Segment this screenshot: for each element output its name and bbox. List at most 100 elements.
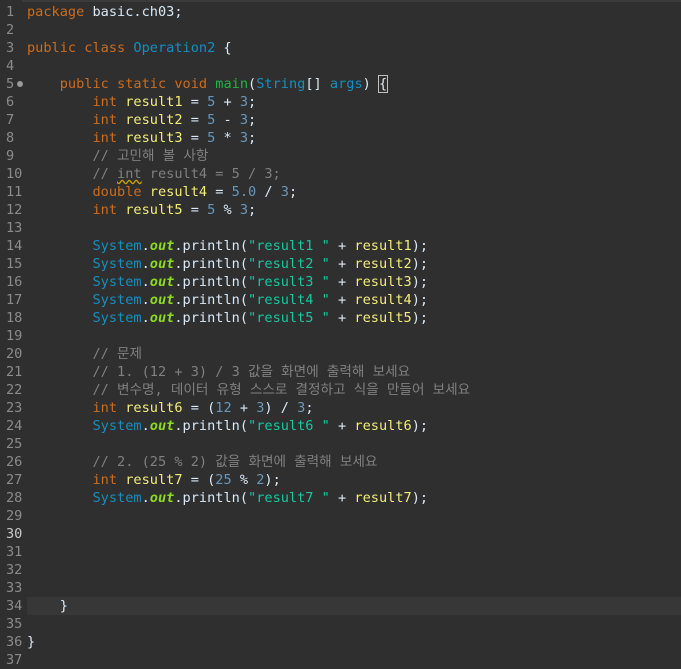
code-line[interactable]: }: [27, 633, 35, 651]
code-line[interactable]: // int result4 = 5 / 3;: [27, 165, 281, 183]
code-token: out: [149, 238, 175, 254]
code-token: public: [59, 76, 109, 92]
code-line[interactable]: int result6 = (12 + 3) / 3;: [27, 399, 313, 417]
code-token: ;: [288, 184, 298, 200]
code-token: double: [92, 184, 142, 200]
line-number: 23: [6, 400, 23, 416]
code-line[interactable]: System.out.println("result3 " + result3)…: [27, 273, 428, 291]
code-token: result3: [125, 130, 183, 146]
code-token: 3: [239, 130, 249, 146]
code-line[interactable]: int result7 = (25 % 2);: [27, 471, 280, 489]
line-number: 10: [6, 166, 23, 182]
code-line[interactable]: int result1 = 5 + 3;: [27, 93, 256, 111]
code-line[interactable]: package basic.ch03;: [27, 3, 183, 21]
line-number: 19: [6, 328, 23, 344]
code-token: // 2. (25 % 2) 값을 화면에 출력해 보세요: [92, 454, 378, 470]
code-token: %: [231, 472, 257, 488]
code-line[interactable]: public static void main(String[] args) {: [27, 75, 389, 93]
line-number: 25: [6, 436, 23, 452]
line-number: 11: [6, 184, 23, 200]
code-line[interactable]: // 1. (12 + 3) / 3 값을 화면에 출력해 보세요: [27, 363, 410, 381]
code-line[interactable]: System.out.println("result1 " + result1)…: [27, 237, 428, 255]
code-token: +: [231, 400, 257, 416]
code-token: }: [27, 598, 68, 614]
code-token: (: [248, 76, 257, 92]
code-editor[interactable]: 1 2 3 4 5 6 7 8 9 10 11 12 13 14 15 16 17 18 19 20 21 22 23 24 2…: [0, 0, 681, 668]
line-number: 13: [6, 220, 23, 236]
code-line[interactable]: int result2 = 5 - 3;: [27, 111, 256, 129]
code-token: .: [141, 256, 150, 272]
code-token: );: [411, 238, 429, 254]
fold-toggle-icon[interactable]: [17, 81, 23, 87]
code-token: ) /: [264, 400, 298, 416]
code-line[interactable]: System.out.println("result4 " + result4)…: [27, 291, 428, 309]
code-token: System: [92, 490, 142, 506]
code-line[interactable]: // 2. (25 % 2) 값을 화면에 출력해 보세요: [27, 453, 377, 471]
code-line[interactable]: double result4 = 5.0 / 3;: [27, 183, 297, 201]
code-token: System: [92, 292, 142, 308]
code-token: .: [141, 274, 150, 290]
code-token: result6: [354, 418, 412, 434]
code-line[interactable]: int result3 = 5 * 3;: [27, 129, 256, 147]
code-token: 3: [239, 112, 249, 128]
code-token: int: [117, 166, 142, 182]
code-line[interactable]: }: [27, 597, 68, 615]
code-token: class: [84, 40, 126, 56]
code-token: = (: [182, 472, 216, 488]
code-token: 3: [239, 202, 249, 218]
code-token: 3: [280, 184, 289, 200]
code-token: out: [149, 274, 175, 290]
code-token: result1: [354, 238, 412, 254]
line-number: 31: [6, 544, 23, 560]
line-number: 20: [6, 346, 23, 362]
code-token: );: [411, 256, 429, 272]
code-token: int: [92, 202, 118, 218]
code-token: );: [411, 490, 429, 506]
code-token: +: [329, 310, 355, 326]
code-token: 12: [215, 400, 232, 416]
code-token: +: [329, 256, 355, 272]
code-line[interactable]: // 문제: [27, 345, 142, 363]
code-line[interactable]: System.out.println("result6 " + result6)…: [27, 417, 428, 435]
code-token: "result2 ": [248, 256, 330, 272]
code-token: result4: [149, 184, 208, 200]
code-token: );: [411, 274, 429, 290]
code-token: =: [182, 130, 208, 146]
line-number: 2: [6, 22, 15, 38]
code-token: result3: [354, 274, 412, 290]
code-token: *: [215, 130, 240, 146]
line-number: 18: [6, 310, 23, 326]
code-line[interactable]: // 고민해 볼 사항: [27, 147, 208, 165]
code-line[interactable]: // 변수명, 데이터 유형 스스로 결정하고 식을 만들어 보세요: [27, 381, 470, 399]
code-token: 25: [215, 472, 232, 488]
code-line[interactable]: System.out.println("result2 " + result2)…: [27, 255, 428, 273]
code-line[interactable]: System.out.println("result7 " + result7)…: [27, 489, 428, 507]
code-token: }: [27, 634, 36, 650]
code-token: ;: [248, 94, 257, 110]
code-token: Operation2: [133, 40, 216, 56]
code-line[interactable]: int result5 = 5 % 3;: [27, 201, 256, 219]
line-number: 35: [6, 616, 23, 632]
line-number: 1: [6, 4, 15, 20]
line-number: 27: [6, 472, 23, 488]
code-token: basic.ch03;: [84, 4, 183, 20]
code-line[interactable]: public class Operation2 {: [27, 39, 232, 57]
code-token: ): [362, 76, 380, 92]
code-line[interactable]: System.out.println("result5 " + result5)…: [27, 309, 428, 327]
code-token: +: [329, 238, 355, 254]
code-token: result4 = 5 / 3;: [141, 166, 281, 182]
